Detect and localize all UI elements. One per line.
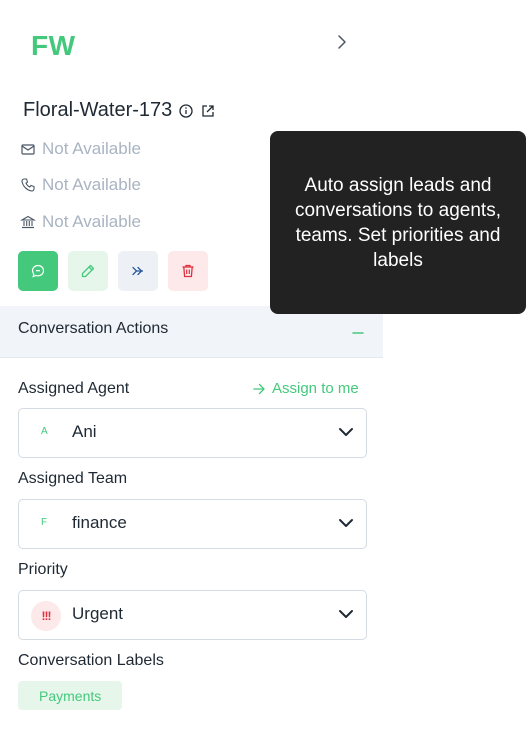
minus-icon[interactable] [350,328,366,338]
chevron-down-icon [339,428,353,436]
label-chip[interactable]: Payments [18,681,123,710]
delete-contact-button[interactable] [168,251,208,291]
phone-icon [21,178,35,192]
urgent-priority-icon: !!! [31,601,61,631]
arrow-right-icon [253,383,265,394]
priority-label: Priority [18,561,68,578]
contact-name-row: Floral-Water-173 [23,99,216,122]
contact-action-buttons [18,251,208,291]
external-link-icon[interactable] [200,103,216,119]
priority-value: Urgent [72,604,124,623]
pencil-icon [81,264,95,278]
chevron-right-icon[interactable] [333,33,351,51]
assigned-team-label: Assigned Team [18,470,128,487]
merge-contact-button[interactable] [118,251,158,291]
building-icon [20,215,36,229]
assigned-team-select[interactable]: F finance [18,499,367,549]
contact-company-row: Not Available [20,212,141,232]
chevron-down-icon [339,610,353,618]
assigned-agent-select[interactable]: A Ani [18,408,367,458]
contact-phone: Not Available [42,175,141,194]
contact-email-row: Not Available [20,139,141,159]
contact-phone-row: Not Available [20,175,141,195]
agent-avatar: A [41,426,48,437]
contact-avatar: FW [31,30,76,61]
contact-name: Floral-Water-173 [23,99,173,121]
mail-icon [21,144,35,155]
assigned-team-value: finance [72,513,127,532]
merge-icon [132,266,143,276]
assign-to-me-label: Assign to me [272,380,359,397]
priority-select[interactable]: !!! Urgent [18,590,367,640]
conversation-labels-title: Conversation Labels [18,652,164,669]
edit-contact-button[interactable] [68,251,108,291]
contact-email: Not Available [42,139,141,158]
assign-to-me-button[interactable]: Assign to me [252,380,359,397]
section-title: Conversation Actions [18,320,169,337]
trash-icon [182,264,194,278]
team-avatar: F [41,517,48,528]
chat-icon [31,264,45,278]
contact-panel: FW Floral-Water-173 Not Available Not Av… [0,0,384,730]
info-icon[interactable] [178,103,194,119]
tooltip-text: Auto assign leads and conversations to a… [295,174,501,271]
contact-company: Not Available [42,212,141,231]
chevron-down-icon [339,519,353,527]
assigned-agent-label: Assigned Agent [18,380,130,397]
assigned-agent-value: Ani [72,422,97,441]
feature-tooltip: Auto assign leads and conversations to a… [270,131,526,314]
new-conversation-button[interactable] [18,251,58,291]
